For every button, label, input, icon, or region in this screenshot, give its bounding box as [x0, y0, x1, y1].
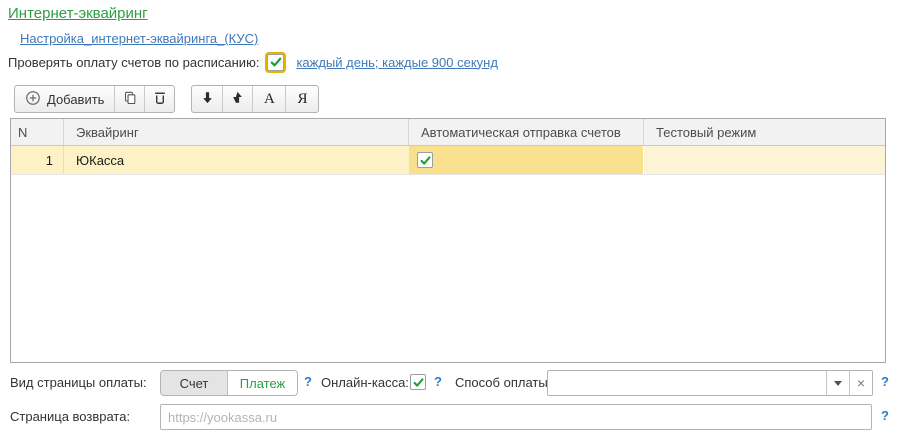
schedule-checkbox[interactable] — [267, 53, 285, 71]
payment-method-label: Способ оплаты: — [455, 375, 552, 390]
schedule-label: Проверять оплату счетов по расписанию: — [8, 54, 260, 70]
plus-circle-icon — [25, 90, 41, 109]
auto-send-checkbox[interactable] — [417, 152, 433, 168]
copy-icon — [122, 90, 138, 109]
arrow-down-icon — [200, 90, 215, 108]
column-header-n[interactable]: N — [11, 119, 64, 145]
order-button-group: А Я — [191, 85, 320, 113]
page-title[interactable]: Интернет-эквайринг — [8, 5, 148, 22]
help-icon-return-page[interactable]: ? — [881, 408, 889, 423]
internet-acquiring-page: Интернет-эквайринг Настройка_интернет-эк… — [0, 0, 898, 438]
toolbar: Добавить А Я — [14, 85, 320, 113]
row-number-cell: 1 — [11, 146, 64, 174]
invoice-option-button[interactable]: Счет — [161, 371, 227, 395]
column-header-auto-send[interactable]: Автоматическая отправка счетов — [409, 119, 644, 145]
checkmark-icon — [419, 154, 432, 167]
move-up-button[interactable] — [222, 86, 252, 112]
move-down-button[interactable] — [192, 86, 222, 112]
column-header-acquiring[interactable]: Эквайринг — [64, 119, 409, 145]
return-page-label: Страница возврата: — [10, 409, 131, 424]
clear-button[interactable]: × — [849, 371, 872, 395]
trash-icon — [152, 90, 168, 109]
schedule-row: Проверять оплату счетов по расписанию: к… — [8, 51, 498, 73]
acquiring-table: N Эквайринг Автоматическая отправка счет… — [10, 118, 886, 363]
schedule-link[interactable]: каждый день; каждые 900 секунд — [296, 55, 498, 70]
column-header-test-mode[interactable]: Тестовый режим — [644, 119, 885, 145]
dropdown-button[interactable] — [826, 371, 849, 395]
checkmark-icon — [412, 376, 425, 389]
add-button-label: Добавить — [47, 91, 105, 107]
return-page-input[interactable] — [160, 404, 872, 430]
help-icon-payment-kind[interactable]: ? — [304, 374, 312, 389]
payment-page-kind-label: Вид страницы оплаты: — [10, 375, 147, 390]
sort-desc-button[interactable]: Я — [285, 86, 318, 112]
payment-method-value[interactable] — [548, 371, 826, 395]
sort-asc-button[interactable]: А — [252, 86, 285, 112]
online-kassa-label: Онлайн-касса: — [321, 375, 409, 390]
delete-button[interactable] — [144, 86, 174, 112]
payment-method-combobox[interactable]: × — [547, 370, 873, 396]
help-icon-online-kassa[interactable]: ? — [434, 374, 442, 389]
chevron-down-icon — [834, 381, 842, 390]
table-row[interactable]: 1 ЮКасса — [11, 146, 885, 175]
edit-button-group: Добавить — [14, 85, 176, 113]
table-header: N Эквайринг Автоматическая отправка счет… — [11, 119, 885, 146]
checkmark-icon — [269, 55, 283, 69]
payment-options-row: Вид страницы оплаты: Счет Платеж ? Онлай… — [0, 369, 898, 397]
payment-page-kind-toggle: Счет Платеж — [160, 370, 298, 396]
return-page-row: Страница возврата: ? — [0, 403, 898, 431]
arrow-up-icon — [230, 90, 245, 108]
add-button[interactable]: Добавить — [15, 86, 114, 112]
payment-option-button[interactable]: Платеж — [227, 371, 297, 395]
help-icon-payment-method[interactable]: ? — [881, 374, 889, 389]
settings-link[interactable]: Настройка_интернет-эквайринга_(КУС) — [20, 31, 258, 46]
test-mode-cell[interactable] — [644, 146, 885, 174]
auto-send-cell[interactable] — [409, 146, 644, 174]
acquiring-cell[interactable]: ЮКасса — [64, 146, 409, 174]
copy-button[interactable] — [114, 86, 144, 112]
online-kassa-checkbox[interactable] — [410, 374, 426, 390]
close-icon: × — [856, 375, 866, 391]
